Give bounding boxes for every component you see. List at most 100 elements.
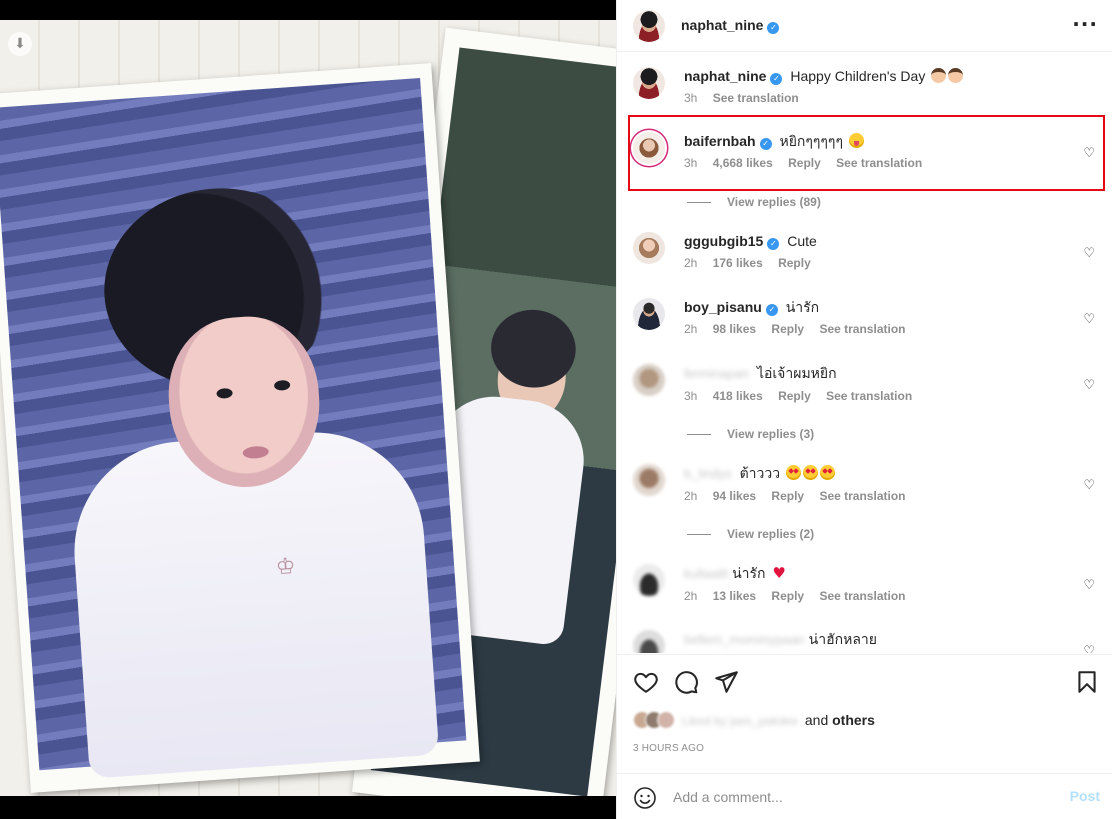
view-replies-button[interactable]: View replies (3)	[687, 427, 814, 441]
comment-username[interactable]: boy_pisanu	[684, 299, 762, 315]
comment-text: น่าฮักหลาย	[808, 631, 877, 647]
avatar[interactable]	[633, 630, 665, 653]
comment-likes-count[interactable]: 176 likes	[713, 256, 763, 270]
comments-list[interactable]: naphat_nine ✓ Happy Children's Day 3h See…	[617, 53, 1112, 653]
reply-button[interactable]: Reply	[771, 489, 804, 503]
comment-time: 2h	[684, 489, 698, 503]
bookmark-icon[interactable]	[1074, 669, 1100, 695]
caption-username[interactable]: naphat_nine	[684, 68, 766, 84]
comment-likes-count[interactable]: 4,668 likes	[713, 156, 773, 170]
heart-icon[interactable]: ♡	[1083, 644, 1095, 653]
comment-text-line: gggubgib15 ✓ Cute	[684, 232, 1074, 250]
heart-icon[interactable]: ♡	[1083, 246, 1095, 261]
verified-badge-icon: ✓	[767, 238, 780, 250]
comment-body: b_lindys ต้าววว 2h 94 likes Reply See tr…	[684, 464, 1074, 503]
replies-divider-line	[687, 434, 711, 436]
heart-icon[interactable]: ♡	[1083, 478, 1095, 493]
child-eye-right	[273, 379, 291, 391]
comment-meta: 3h 4,668 likes Reply See translation	[684, 156, 1074, 170]
comment-time: 3h	[684, 389, 698, 403]
blurred-username: b_lindys	[684, 466, 732, 481]
comment-likes-count[interactable]: 13 likes	[713, 589, 756, 603]
more-horizontal-icon[interactable]: ···	[1072, 14, 1098, 34]
replies-divider-line	[687, 534, 711, 536]
comment-meta: 2h 98 likes Reply See translation	[684, 322, 1074, 336]
see-translation-link[interactable]: See translation	[826, 389, 912, 403]
reply-button[interactable]: Reply	[788, 156, 821, 170]
comment-bubble-icon[interactable]	[673, 669, 699, 695]
see-translation-link[interactable]: See translation	[836, 156, 922, 170]
liker-avatar	[657, 711, 675, 729]
comment-item: baifernbah ✓ หยิกๆๆๆๆๆ 3h 4,668 likes Rep…	[633, 126, 1103, 186]
caption-body: naphat_nine ✓ Happy Children's Day 3h See…	[684, 67, 1074, 105]
comment-text: หยิกๆๆๆๆๆ	[779, 133, 843, 149]
heart-icon[interactable]	[633, 669, 659, 695]
comment-item: boy_pisanu ✓ น่ารัก 2h 98 likes Reply See…	[633, 292, 1103, 352]
comment-text: น่ารัก	[732, 565, 766, 581]
comment-username[interactable]: gggubgib15	[684, 233, 763, 249]
comment-text-line: baifernbah ✓ หยิกๆๆๆๆๆ	[684, 132, 1074, 150]
download-arrow-icon[interactable]: ⬇	[8, 32, 32, 56]
caption-time: 3h	[684, 91, 698, 105]
boy-emoji-icon	[931, 68, 947, 83]
comment-text-line: boy_pisanu ✓ น่ารัก	[684, 298, 1074, 316]
verified-badge-icon: ✓	[767, 21, 780, 34]
blurred-username: kultaalit	[684, 566, 729, 581]
comment-meta: 2h 176 likes Reply	[684, 256, 1074, 270]
comment-body: kultaalit น่ารัก ♥ 2h 13 likes Reply See …	[684, 564, 1074, 603]
red-heart-emoji-icon: ♥	[772, 564, 786, 582]
avatar[interactable]	[633, 364, 665, 396]
liked-by-others-link[interactable]: others	[832, 712, 875, 728]
avatar[interactable]	[633, 298, 665, 330]
post-author-name[interactable]: naphat_nine	[681, 17, 763, 33]
see-translation-link[interactable]: See translation	[713, 91, 799, 105]
heart-icon[interactable]: ♡	[1083, 378, 1095, 393]
post-comment-button[interactable]: Post	[1070, 788, 1100, 804]
comment-text: Cute	[787, 233, 817, 249]
see-translation-link[interactable]: See translation	[819, 322, 905, 336]
avatar[interactable]	[633, 9, 665, 42]
heart-icon[interactable]: ♡	[1083, 312, 1095, 327]
reply-button[interactable]: Reply	[778, 256, 811, 270]
star-struck-emoji-icon	[786, 465, 802, 480]
comment-likes-count[interactable]: 418 likes	[713, 389, 763, 403]
smiley-icon[interactable]	[633, 786, 657, 810]
star-struck-emoji-icon	[820, 465, 836, 480]
comment-text-line: bellem_mommypaan น่าฮักหลาย	[684, 630, 1074, 649]
comment-likes-count[interactable]: 94 likes	[713, 489, 756, 503]
caption-text-line: naphat_nine ✓ Happy Children's Day	[684, 67, 1074, 85]
reply-button[interactable]: Reply	[778, 389, 811, 403]
comment-time: 3h	[684, 156, 698, 170]
comment-text: น่ารัก	[785, 299, 820, 315]
avatar[interactable]	[633, 564, 665, 596]
comment-likes-count[interactable]: 98 likes	[713, 322, 756, 336]
caption-text: Happy Children's Day	[790, 68, 926, 84]
view-replies-button[interactable]: View replies (2)	[687, 527, 814, 541]
comment-input[interactable]	[673, 782, 1053, 812]
post-header: naphat_nine ✓ ···	[617, 0, 1112, 52]
liked-by-summary[interactable]: Liked by jaes_pakdee and others	[633, 711, 875, 729]
avatar[interactable]	[633, 464, 665, 496]
reply-button[interactable]: Reply	[771, 322, 804, 336]
view-replies-label[interactable]: View replies (3)	[727, 427, 814, 441]
blurred-liker-name: Liked by jaes_pakdee	[681, 714, 798, 728]
view-replies-label[interactable]: View replies (2)	[727, 527, 814, 541]
paper-plane-icon[interactable]	[713, 669, 739, 695]
star-struck-emoji-icon	[803, 465, 819, 480]
avatar[interactable]	[633, 67, 665, 99]
heart-icon[interactable]: ♡	[1083, 578, 1095, 593]
see-translation-link[interactable]: See translation	[819, 589, 905, 603]
view-replies-label[interactable]: View replies (89)	[727, 195, 821, 209]
post-photo[interactable]: ♔ ⬇	[0, 20, 616, 796]
see-translation-link[interactable]: See translation	[819, 489, 905, 503]
avatar[interactable]	[633, 232, 665, 264]
crown-embroidery-icon: ♔	[274, 553, 297, 581]
comment-username[interactable]: baifernbah	[684, 133, 756, 149]
post-author-username[interactable]: naphat_nine ✓	[681, 17, 780, 34]
reply-button[interactable]: Reply	[771, 589, 804, 603]
comment-text: ไอ่เจ้าผมหยิก	[756, 365, 837, 381]
heart-icon[interactable]: ♡	[1083, 146, 1095, 161]
view-replies-button[interactable]: View replies (89)	[687, 195, 821, 209]
avatar[interactable]	[633, 132, 665, 164]
comment-time: 2h	[684, 256, 698, 270]
